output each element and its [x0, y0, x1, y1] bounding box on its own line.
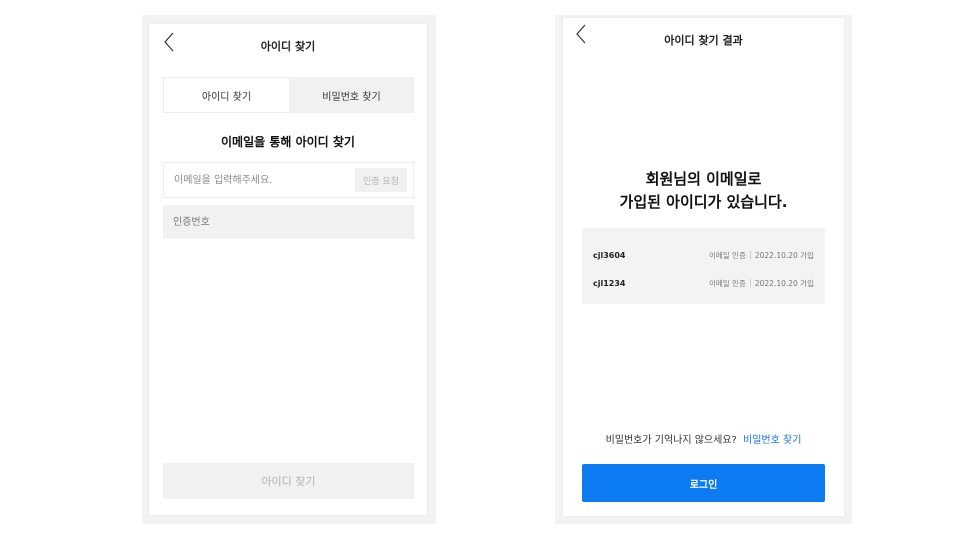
prompt-text: 비밀번호가 기억나지 않으세요?: [605, 435, 737, 446]
find-id-result-screen: 아이디 찾기 결과 회원님의 이메일로 가입된 아이디가 있습니다. cjl36…: [563, 18, 844, 516]
find-tabs: 아이디 찾기 비밀번호 찾기: [163, 77, 414, 113]
account-meta: 이메일 인증 2022.10.20 가입: [709, 278, 814, 289]
forgot-password-prompt: 비밀번호가 기억나지 않으세요? 비밀번호 찾기: [563, 431, 844, 446]
find-password-link[interactable]: 비밀번호 찾기: [743, 435, 801, 446]
section-heading: 이메일을 통해 아이디 찾기: [221, 135, 355, 149]
verification-method: 이메일 인증: [708, 278, 746, 288]
page-title: 아이디 찾기: [260, 40, 316, 53]
result-heading: 회원님의 이메일로 가입된 아이디가 있습니다.: [563, 168, 844, 214]
email-row: 인증 요청: [163, 162, 414, 198]
result-heading-line2: 가입된 아이디가 있습니다.: [619, 193, 788, 211]
account-id: cjl1234: [593, 278, 626, 288]
verification-method: 이메일 인증: [708, 250, 746, 260]
login-button[interactable]: 로그인: [582, 464, 825, 502]
page-title: 아이디 찾기 결과: [664, 34, 743, 47]
join-date: 2022.10.20 가입: [754, 250, 814, 260]
tab-find-id[interactable]: 아이디 찾기: [163, 77, 289, 113]
account-meta: 이메일 인증 2022.10.20 가입: [709, 250, 814, 261]
tab-find-password[interactable]: 비밀번호 찾기: [289, 77, 414, 113]
list-item[interactable]: cjl3604 이메일 인증 2022.10.20 가입: [582, 245, 825, 265]
email-input[interactable]: [164, 163, 350, 197]
result-heading-line1: 회원님의 이메일로: [645, 170, 762, 188]
request-verification-button[interactable]: 인증 요청: [355, 168, 407, 192]
join-date: 2022.10.20 가입: [754, 278, 814, 288]
divider: [749, 251, 751, 259]
verification-code-input[interactable]: [163, 205, 414, 239]
find-id-button[interactable]: 아이디 찾기: [163, 463, 414, 499]
list-item[interactable]: cjl1234 이메일 인증 2022.10.20 가입: [582, 273, 825, 293]
account-list: cjl3604 이메일 인증 2022.10.20 가입 cjl1234 이메일…: [582, 228, 825, 304]
find-id-screen: 아이디 찾기 아이디 찾기 비밀번호 찾기 이메일을 통해 아이디 찾기 인증 …: [149, 24, 427, 515]
divider: [749, 279, 751, 287]
account-id: cjl3604: [593, 250, 626, 260]
